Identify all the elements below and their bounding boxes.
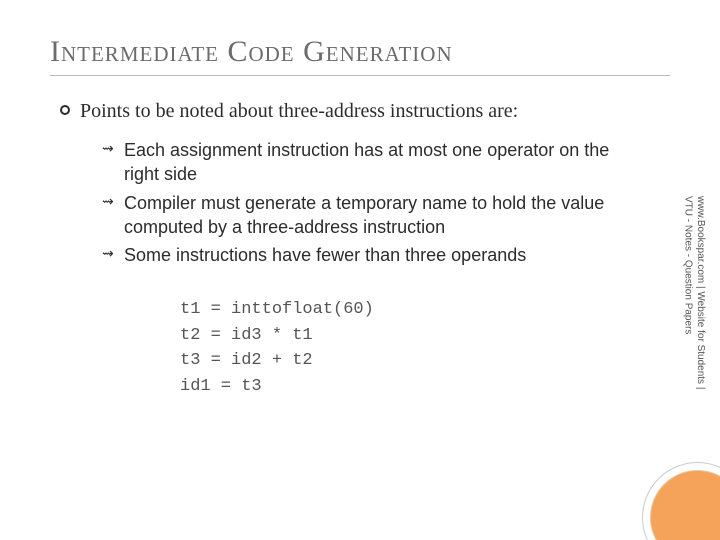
sub-point-1: ⇝ Each assignment instruction has at mos… <box>102 138 622 187</box>
code-line-1: t1 = inttofloat(60) <box>180 300 374 319</box>
code-example: t1 = inttofloat(60) t2 = id3 * t1 t3 = i… <box>180 297 670 399</box>
slide-title: Intermediate Code Generation <box>50 35 670 69</box>
code-line-2: t2 = id3 * t1 <box>180 326 313 345</box>
slide: Intermediate Code Generation Points to b… <box>0 0 720 540</box>
bullet-swirl-icon: ⇝ <box>102 141 114 160</box>
main-point-text: Points to be noted about three-address i… <box>80 100 518 122</box>
sub-point-1-text: Each assignment instruction has at most … <box>124 140 609 184</box>
side-caption: www.Bookspar.com | Website for Students … <box>692 196 706 456</box>
main-point: Points to be noted about three-address i… <box>56 98 670 267</box>
code-line-4: id1 = t3 <box>180 377 262 396</box>
decorative-circle <box>647 467 720 540</box>
main-list: Points to be noted about three-address i… <box>50 98 670 267</box>
sub-list: ⇝ Each assignment instruction has at mos… <box>80 138 622 267</box>
sub-point-3-text: Some instructions have fewer than three … <box>124 245 526 265</box>
title-underline <box>50 75 670 76</box>
bullet-swirl-icon: ⇝ <box>102 194 114 213</box>
code-line-3: t3 = id2 + t2 <box>180 351 313 370</box>
sub-point-2-text: Compiler must generate a temporary name … <box>124 193 604 237</box>
bullet-swirl-icon: ⇝ <box>102 246 114 265</box>
sub-point-3: ⇝ Some instructions have fewer than thre… <box>102 243 622 267</box>
side-caption-line2: VTU - Notes - Question Papers <box>683 196 694 334</box>
sub-point-2: ⇝ Compiler must generate a temporary nam… <box>102 191 622 240</box>
side-caption-line1: www.Bookspar.com | Website for Students … <box>695 196 706 389</box>
